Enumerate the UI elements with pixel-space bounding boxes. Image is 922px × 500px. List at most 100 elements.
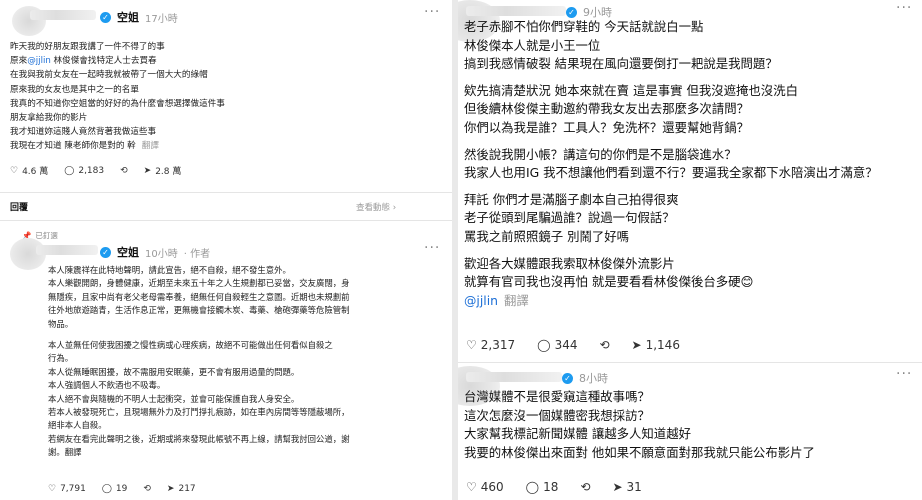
- share-count: 31: [626, 480, 642, 494]
- like-button[interactable]: ♡ 460: [466, 480, 504, 494]
- username-blur: [466, 372, 562, 382]
- comment-button[interactable]: ◯ 2,183: [64, 166, 104, 176]
- repost-button[interactable]: ⟲: [580, 480, 590, 494]
- comment-count: 18: [543, 480, 559, 494]
- like-count: 7,791: [60, 484, 86, 494]
- post-line: 在我與我前女友在一起時我就被帶了一個大大的綠帽: [10, 70, 208, 81]
- post-line: 我現在才知道 陳老師你是對的 幹翻譯: [10, 139, 225, 153]
- comment-icon: ◯: [537, 338, 551, 352]
- comment-button[interactable]: ◯ 344: [537, 338, 577, 352]
- post-header: ✓ 空姐 10小時 · 作者: [100, 244, 210, 260]
- repost-button[interactable]: ⟲: [143, 484, 151, 494]
- translate-link[interactable]: 翻譯: [504, 293, 529, 308]
- like-count: 2,317: [480, 338, 516, 352]
- comment-icon: ◯: [525, 480, 540, 494]
- post-line: 本人從無睡眠困擾，故不需服用安眠藥，更不會有服用過量的問題。: [48, 366, 300, 377]
- post-time[interactable]: 17小時: [145, 10, 178, 25]
- like-count: 460: [480, 480, 504, 494]
- post-body: 老子赤腳不怕你們穿鞋的 今天話就說白一點 林俊傑本人就是小王一位 搞到我感情破裂…: [464, 18, 878, 310]
- more-icon[interactable]: ···: [896, 0, 912, 16]
- share-button[interactable]: ➤ 2.8 萬: [144, 164, 182, 178]
- comment-count: 19: [115, 484, 128, 494]
- like-button[interactable]: ♡ 4.6 萬: [10, 164, 49, 178]
- post-line: 若網友在看完此聲明之後，近期或將來發現此帳號不再上線，請幫我討回公道，謝: [48, 433, 350, 444]
- heart-icon: ♡: [466, 338, 477, 352]
- post-time[interactable]: 10小時: [145, 245, 178, 260]
- share-button[interactable]: ➤ 1,146: [632, 338, 680, 352]
- post-line: 朋友拿給我你的影片: [10, 113, 88, 124]
- like-count: 4.6 萬: [22, 167, 49, 177]
- comment-icon: ◯: [64, 165, 75, 176]
- post-line: 就算有官司我也沒再怕 就是要看看林俊傑後台多硬😊: [464, 274, 754, 290]
- reply-label[interactable]: 回覆: [10, 200, 28, 213]
- right-thread-panel: ✓ 9小時 ··· 老子赤腳不怕你們穿鞋的 今天話就說白一點 林俊傑本人就是小王…: [458, 0, 922, 500]
- post-header: ✓ 8小時: [562, 370, 608, 386]
- divider: [0, 192, 452, 193]
- verified-icon: ✓: [100, 246, 111, 258]
- comment-button[interactable]: ◯ 18: [526, 480, 559, 494]
- share-icon: ➤: [612, 480, 623, 494]
- share-icon: ➤: [631, 338, 642, 352]
- post-line: 原來@jjlin 林俊傑會找特定人士去買春: [10, 56, 157, 67]
- repost-icon: ⟲: [143, 484, 151, 494]
- post-line: 我要的林俊傑出來面對 他如果不願意面對那我就只能公布影片了: [464, 444, 815, 460]
- mention-link[interactable]: @jjlin: [27, 56, 51, 66]
- post-line: 昨天我的好朋友跟我講了一件不得了的事: [10, 42, 165, 52]
- verified-icon: ✓: [100, 11, 111, 23]
- post-line: 謝。翻譯: [48, 447, 82, 458]
- more-icon[interactable]: ···: [424, 4, 440, 20]
- comment-count: 344: [554, 338, 578, 352]
- post-body: 昨天我的好朋友跟我講了一件不得了的事 原來@jjlin 林俊傑會找特定人士去買春…: [10, 40, 225, 154]
- repost-icon: ⟲: [599, 338, 610, 352]
- verified-icon: ✓: [566, 6, 577, 18]
- divider: [458, 362, 922, 363]
- post-line: 無隱疾，且家中尚有老父老母需奉養，絕無任何自殺輕生之意圖。近期也未規劃前: [48, 291, 350, 302]
- divider: [0, 220, 452, 221]
- comment-icon: ◯: [101, 484, 112, 494]
- repost-button[interactable]: ⟲: [599, 338, 609, 352]
- comment-button[interactable]: ◯ 19: [102, 484, 128, 494]
- more-icon[interactable]: ···: [896, 366, 912, 382]
- share-count: 217: [178, 484, 196, 494]
- like-button[interactable]: ♡ 7,791: [48, 484, 86, 494]
- post-line: 你們以為我是誰？工具人？免洗杯？還要幫她背鍋？: [464, 119, 749, 135]
- display-name[interactable]: 空姐: [117, 244, 139, 260]
- left-thread-panel: ✓ 空姐 17小時 ··· 昨天我的好朋友跟我講了一件不得了的事 原來@jjli…: [0, 0, 452, 500]
- post-line: 老子赤腳不怕你們穿鞋的 今天話就說白一點: [464, 19, 704, 34]
- username-blur: [30, 10, 96, 20]
- repost-icon: ⟲: [120, 165, 128, 176]
- username-blur: [466, 6, 566, 16]
- post-line: 本人強調個人不飲酒也不吸毒。: [48, 380, 166, 391]
- post-line: 罵我之前照照鏡子 別鬧了好嗎: [464, 228, 630, 244]
- pinned-label: 已釘選: [35, 231, 58, 240]
- display-name[interactable]: 空姐: [117, 9, 139, 25]
- post-line: 若本人被發現死亡，且現場無外力及打鬥掙扎痕跡，如在車內房間等等隱蔽場所，: [48, 407, 350, 418]
- share-button[interactable]: ➤ 217: [167, 484, 196, 494]
- heart-icon: ♡: [48, 484, 57, 494]
- post-line: 搞到我感情破裂 結果現在風向還要倒打一耙說是我問題？: [464, 56, 778, 72]
- post-line: 歡迎各大媒體跟我索取林俊傑外流影片: [464, 255, 675, 271]
- post-line: 我家人也用IG 我不想讓他們看到還不行？要逼我全家都下水陪演出才滿意？: [464, 165, 878, 181]
- share-button[interactable]: ➤ 31: [612, 480, 641, 494]
- post-line: 物品。: [48, 318, 74, 329]
- post-actions: ♡ 2,317 ◯ 344 ⟲ ➤ 1,146: [466, 338, 680, 352]
- more-icon[interactable]: ···: [424, 240, 440, 256]
- post-time[interactable]: 8小時: [579, 370, 608, 386]
- post-line-text: 我現在才知道 陳老師你是對的 幹: [10, 141, 136, 152]
- like-button[interactable]: ♡ 2,317: [466, 338, 515, 352]
- mention-link[interactable]: @jjlin: [464, 293, 498, 308]
- username-blur: [36, 245, 98, 255]
- view-activity-link[interactable]: 查看動態 ›: [356, 201, 396, 213]
- share-icon: ➤: [166, 484, 175, 494]
- post-line: 台灣媒體不是很愛窺這種故事嗎？: [464, 389, 650, 404]
- share-count: 1,146: [645, 338, 680, 352]
- post-actions: ♡ 4.6 萬 ◯ 2,183 ⟲ ➤ 2.8 萬: [10, 164, 182, 178]
- repost-button[interactable]: ⟲: [120, 166, 128, 176]
- comment-count: 2,183: [78, 165, 105, 176]
- post-line: 我真的不知道你空姐當的好好的為什麼會想選擇做這件事: [10, 98, 225, 109]
- post-line: 欸先搞清楚狀況 她本來就在賣 這是事實 但我沒遮掩也沒洗白: [464, 82, 798, 98]
- translate-link[interactable]: 翻譯: [142, 141, 159, 151]
